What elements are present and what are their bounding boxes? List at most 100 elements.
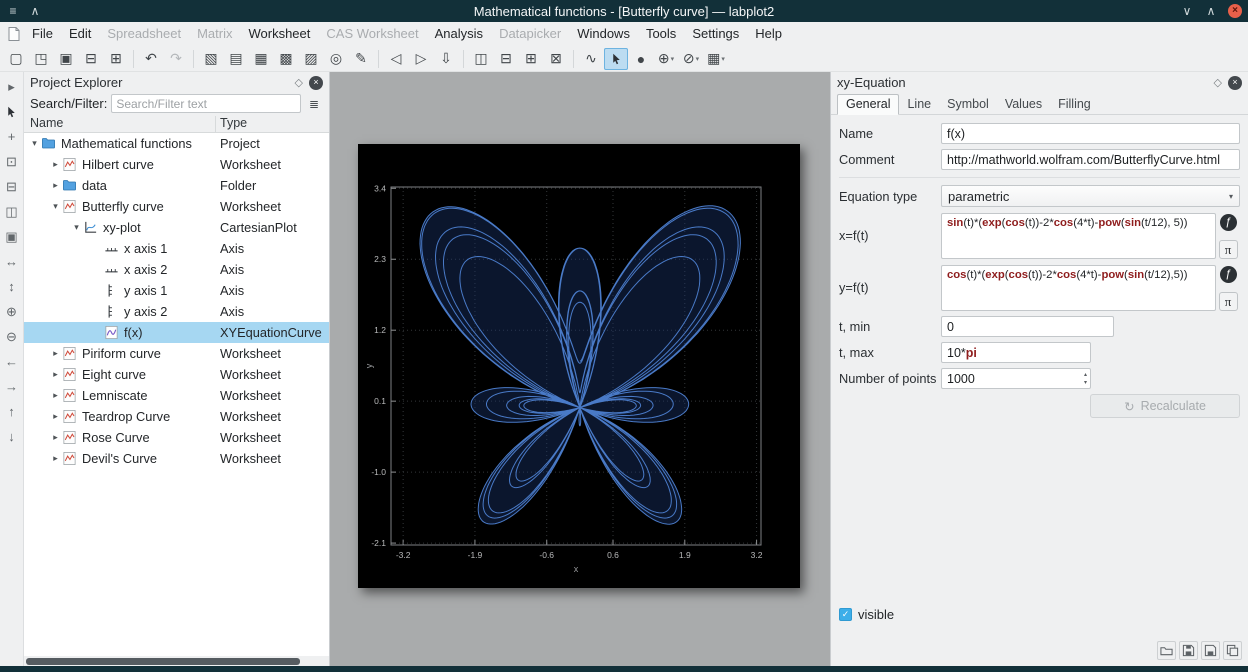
shift-right-tool-icon[interactable]: → xyxy=(1,374,23,399)
tab-filling[interactable]: Filling xyxy=(1050,95,1099,114)
tree-item-devil-s-curve[interactable]: ▸Devil's CurveWorksheet xyxy=(24,448,329,469)
tree-item-data[interactable]: ▸dataFolder xyxy=(24,175,329,196)
tab-values[interactable]: Values xyxy=(997,95,1050,114)
tree-collapsed-arrow-icon[interactable]: ▸ xyxy=(49,180,62,191)
zoom-select-tool-icon[interactable]: ⊡ xyxy=(1,149,23,174)
column-name[interactable]: Name xyxy=(24,116,216,132)
print-icon[interactable]: ⊟ xyxy=(79,48,103,70)
scrollbar-thumb[interactable] xyxy=(26,658,300,665)
magnification-icon[interactable]: ▦▾ xyxy=(704,48,728,70)
load-template-button[interactable] xyxy=(1157,641,1176,660)
redo-icon[interactable]: ↷ xyxy=(164,48,188,70)
tree-item-hilbert-curve[interactable]: ▸Hilbert curveWorksheet xyxy=(24,154,329,175)
menu-help[interactable]: Help xyxy=(747,22,790,46)
save-template-button[interactable] xyxy=(1179,641,1198,660)
layout-vertical-icon[interactable]: ◫ xyxy=(469,48,493,70)
new-worksheet-icon[interactable]: ▨ xyxy=(299,48,323,70)
tab-general[interactable]: General xyxy=(837,94,899,115)
horizontal-scrollbar[interactable] xyxy=(24,656,329,666)
new-matrix-icon[interactable]: ▩ xyxy=(274,48,298,70)
tree-item-mathematical-functions[interactable]: ▾Mathematical functionsProject xyxy=(24,133,329,154)
tree-item-butterfly-curve[interactable]: ▾Butterfly curveWorksheet xyxy=(24,196,329,217)
tree-item-f-x[interactable]: f(x)XYEquationCurve xyxy=(24,322,329,343)
open-project-icon[interactable]: ◳ xyxy=(29,48,53,70)
navigate-mode-icon[interactable]: ● xyxy=(629,48,653,70)
tree-item-y-axis-1[interactable]: y axis 1Axis xyxy=(24,280,329,301)
spin-down-icon[interactable]: ▾ xyxy=(1084,379,1087,387)
zoom-out-tool-icon[interactable]: ⊖ xyxy=(1,324,23,349)
tree-collapsed-arrow-icon[interactable]: ▸ xyxy=(49,390,62,401)
y-equation-input[interactable]: cos(t)*(exp(cos(t))-2*cos(4*t)-pow(sin(t… xyxy=(941,265,1216,311)
export-icon[interactable]: ⇩ xyxy=(434,48,458,70)
x-equation-input[interactable]: sin(t)*(exp(cos(t))-2*cos(4*t)-pow(sin(t… xyxy=(941,213,1216,259)
auto-scale-x-tool-icon[interactable]: ↔ xyxy=(1,249,23,274)
equation-type-select[interactable]: parametric ▾ xyxy=(941,185,1240,207)
close-button[interactable]: × xyxy=(1228,4,1242,18)
new-datapicker-icon[interactable]: ◎ xyxy=(324,48,348,70)
undo-icon[interactable]: ↶ xyxy=(139,48,163,70)
shift-left-tool-icon[interactable]: ← xyxy=(1,349,23,374)
tree-collapsed-arrow-icon[interactable]: ▸ xyxy=(49,369,62,380)
menu-analysis[interactable]: Analysis xyxy=(427,22,491,46)
keep-above-icon[interactable]: ∧ xyxy=(28,4,42,18)
recalculate-button[interactable]: ↻ Recalculate xyxy=(1090,394,1240,418)
menu-edit[interactable]: Edit xyxy=(61,22,99,46)
insert-constant-icon[interactable]: π xyxy=(1219,292,1238,311)
spinbox-arrows[interactable]: ▴ ▾ xyxy=(1084,371,1087,387)
save-default-template-button[interactable] xyxy=(1201,641,1220,660)
tree-item-x-axis-2[interactable]: x axis 2Axis xyxy=(24,259,329,280)
name-input[interactable] xyxy=(941,123,1240,144)
layout-break-icon[interactable]: ⊠ xyxy=(544,48,568,70)
zoom-mode-icon[interactable]: ⊘▾ xyxy=(679,48,703,70)
visible-checkbox[interactable]: ✓ xyxy=(839,608,852,621)
tree-collapsed-arrow-icon[interactable]: ▸ xyxy=(49,432,62,443)
auto-scale-tool-icon[interactable]: ▣ xyxy=(1,224,23,249)
tree-collapsed-arrow-icon[interactable]: ▸ xyxy=(49,411,62,422)
search-filter-input[interactable] xyxy=(111,94,301,113)
auto-scale-y-tool-icon[interactable]: ↕ xyxy=(1,274,23,299)
tree-item-lemniscate[interactable]: ▸LemniscateWorksheet xyxy=(24,385,329,406)
t-min-input[interactable] xyxy=(941,316,1114,337)
new-project-icon[interactable]: ▢ xyxy=(4,48,28,70)
tree-item-x-axis-1[interactable]: x axis 1Axis xyxy=(24,238,329,259)
navigate-previous-icon[interactable]: ◁ xyxy=(384,48,408,70)
select-tool-icon[interactable] xyxy=(1,99,23,124)
zoom-in-tool-icon[interactable]: ⊕ xyxy=(1,299,23,324)
tree-expanded-arrow-icon[interactable]: ▾ xyxy=(49,201,62,212)
menu-tools[interactable]: Tools xyxy=(638,22,684,46)
minimize-icon[interactable]: ∨ xyxy=(1180,4,1194,18)
menu-file[interactable]: File xyxy=(24,22,61,46)
zoom-y-select-tool-icon[interactable]: ◫ xyxy=(1,199,23,224)
tree-collapsed-arrow-icon[interactable]: ▸ xyxy=(49,159,62,170)
insert-function-icon[interactable]: ƒ xyxy=(1220,214,1237,231)
new-spreadsheet-icon[interactable]: ▦ xyxy=(249,48,273,70)
color-tool-icon[interactable]: ✎ xyxy=(349,48,373,70)
comment-input[interactable] xyxy=(941,149,1240,170)
menu-settings[interactable]: Settings xyxy=(684,22,747,46)
new-folder-icon[interactable]: ▧ xyxy=(199,48,223,70)
insert-constant-icon[interactable]: π xyxy=(1219,240,1238,259)
app-menu-icon[interactable]: ≡ xyxy=(6,4,20,18)
tree-item-teardrop-curve[interactable]: ▸Teardrop CurveWorksheet xyxy=(24,406,329,427)
tree-expanded-arrow-icon[interactable]: ▾ xyxy=(28,138,41,149)
tree-item-y-axis-2[interactable]: y axis 2Axis xyxy=(24,301,329,322)
maximize-icon[interactable]: ∧ xyxy=(1204,4,1218,18)
new-workbook-icon[interactable]: ▤ xyxy=(224,48,248,70)
add-curve-icon[interactable]: ∿ xyxy=(579,48,603,70)
tab-symbol[interactable]: Symbol xyxy=(939,95,997,114)
menu-worksheet[interactable]: Worksheet xyxy=(240,22,318,46)
t-max-input[interactable]: 10*pi xyxy=(941,342,1091,363)
tree-collapsed-arrow-icon[interactable]: ▸ xyxy=(49,453,62,464)
zoom-x-select-tool-icon[interactable]: ⊟ xyxy=(1,174,23,199)
copy-properties-button[interactable] xyxy=(1223,641,1242,660)
navigate-next-icon[interactable]: ▷ xyxy=(409,48,433,70)
close-dock-icon[interactable]: × xyxy=(1228,76,1242,90)
tree-item-piriform-curve[interactable]: ▸Piriform curveWorksheet xyxy=(24,343,329,364)
number-of-points-input[interactable]: 1000 ▴ ▾ xyxy=(941,368,1091,389)
layout-grid-icon[interactable]: ⊞ xyxy=(519,48,543,70)
dock-handle-icon[interactable]: ▸ xyxy=(1,74,23,99)
select-mode-icon[interactable] xyxy=(604,48,628,70)
filter-options-icon[interactable]: ≣ xyxy=(305,95,323,113)
float-panel-icon[interactable]: ◇ xyxy=(295,76,303,89)
menu-windows[interactable]: Windows xyxy=(569,22,638,46)
